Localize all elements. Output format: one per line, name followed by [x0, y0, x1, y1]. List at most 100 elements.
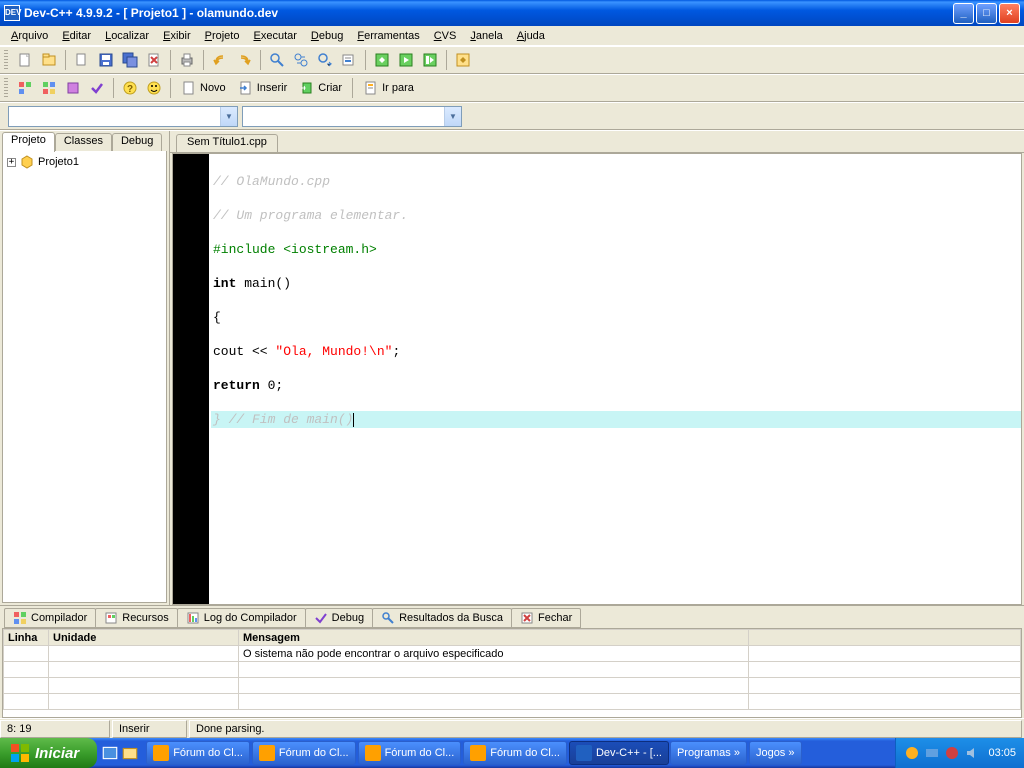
replace-button[interactable]	[290, 49, 312, 71]
class-browser-button[interactable]	[38, 77, 60, 99]
new-project-button[interactable]	[38, 49, 60, 71]
dropdown-icon[interactable]: ▼	[220, 107, 237, 126]
class-combo[interactable]: ▼	[8, 106, 238, 127]
goto-line-button[interactable]	[338, 49, 360, 71]
compiler-grid[interactable]: Linha Unidade Mensagem O sistema não pod…	[2, 628, 1022, 718]
new-source-button[interactable]	[14, 49, 36, 71]
expand-icon[interactable]: +	[7, 158, 16, 167]
tree-node-label: Projeto1	[38, 156, 79, 168]
tab-projeto[interactable]: Projeto	[2, 132, 55, 152]
open-button[interactable]	[71, 49, 93, 71]
find-next-button[interactable]	[314, 49, 336, 71]
close-file-button[interactable]	[143, 49, 165, 71]
new-file-button[interactable]: Novo	[176, 77, 231, 99]
minimize-button[interactable]: _	[953, 3, 974, 24]
tab-debug-bottom[interactable]: Debug	[305, 608, 373, 628]
print-button[interactable]	[176, 49, 198, 71]
method-combo[interactable]: ▼	[242, 106, 462, 127]
save-all-button[interactable]	[119, 49, 141, 71]
toolbar-grip[interactable]	[4, 50, 8, 70]
col-linha[interactable]: Linha	[4, 630, 49, 646]
create-button[interactable]: Criar	[294, 77, 347, 99]
code-text: cout <<	[213, 344, 275, 359]
tray-clock[interactable]: 03:05	[988, 747, 1016, 759]
status-pos: 8: 19	[0, 720, 110, 738]
taskbar-item[interactable]: Fórum do Cl...	[146, 741, 250, 765]
grid-row[interactable]: O sistema não pode encontrar o arquivo e…	[4, 646, 1021, 662]
start-button[interactable]: Iniciar	[0, 738, 97, 768]
bookmark-button[interactable]	[62, 77, 84, 99]
statusbar: 8: 19 Inserir Done parsing.	[0, 718, 1024, 738]
grid-row[interactable]	[4, 662, 1021, 678]
col-empty[interactable]	[749, 630, 1021, 646]
tab-resultados[interactable]: Resultados da Busca	[372, 608, 512, 628]
grid-row[interactable]	[4, 694, 1021, 710]
explorer-icon[interactable]	[121, 744, 139, 762]
toolbar-1	[0, 46, 1024, 74]
taskbar-group[interactable]: Jogos »	[749, 741, 802, 765]
taskbar-item[interactable]: Fórum do Cl...	[252, 741, 356, 765]
about-button[interactable]	[143, 77, 165, 99]
taskbar-item-active[interactable]: Dev-C++ - [...	[569, 741, 669, 765]
tray-icon[interactable]	[904, 745, 920, 761]
tab-classes[interactable]: Classes	[55, 133, 112, 151]
tab-debug[interactable]: Debug	[112, 133, 162, 151]
menu-localizar[interactable]: Localizar	[98, 28, 156, 44]
tab-recursos[interactable]: Recursos	[95, 608, 177, 628]
menu-editar[interactable]: Editar	[55, 28, 98, 44]
windows-logo-icon	[10, 743, 30, 763]
goto-button[interactable]: Ir para	[358, 77, 419, 99]
tree-root-node[interactable]: + Projeto1	[5, 153, 164, 171]
close-button[interactable]: ×	[999, 3, 1020, 24]
editor[interactable]: // OlaMundo.cpp // Um programa elementar…	[172, 153, 1022, 605]
file-tab[interactable]: Sem Título1.cpp	[176, 134, 278, 152]
help-button[interactable]: ?	[119, 77, 141, 99]
tab-fechar[interactable]: Fechar	[511, 608, 581, 628]
window-title: Dev-C++ 4.9.9.2 - [ Projeto1 ] - olamund…	[24, 6, 953, 20]
menu-cvs[interactable]: CVS	[427, 28, 464, 44]
code-area[interactable]: // OlaMundo.cpp // Um programa elementar…	[209, 154, 1021, 604]
rebuild-button[interactable]	[452, 49, 474, 71]
left-tabs: Projeto Classes Debug	[0, 131, 169, 151]
project-icon	[19, 154, 35, 170]
new-class-button[interactable]	[14, 77, 36, 99]
editor-gutter	[173, 154, 209, 604]
menu-executar[interactable]: Executar	[246, 28, 303, 44]
run-button[interactable]	[395, 49, 417, 71]
tray-icon[interactable]	[924, 745, 940, 761]
undo-button[interactable]	[209, 49, 231, 71]
save-button[interactable]	[95, 49, 117, 71]
toolbar-2: ? Novo Inserir Criar Ir para	[0, 74, 1024, 102]
menu-arquivo[interactable]: Arquivo	[4, 28, 55, 44]
col-unidade[interactable]: Unidade	[49, 630, 239, 646]
compile-button[interactable]	[371, 49, 393, 71]
dropdown-icon[interactable]: ▼	[444, 107, 461, 126]
project-tree[interactable]: + Projeto1	[2, 151, 167, 603]
find-button[interactable]	[266, 49, 288, 71]
tab-log[interactable]: Log do Compilador	[177, 608, 306, 628]
menu-ferramentas[interactable]: Ferramentas	[350, 28, 426, 44]
menu-debug[interactable]: Debug	[304, 28, 350, 44]
tab-compilador[interactable]: Compilador	[4, 608, 96, 628]
toolbar-grip[interactable]	[4, 78, 8, 98]
grid-row[interactable]	[4, 678, 1021, 694]
menu-projeto[interactable]: Projeto	[198, 28, 247, 44]
show-desktop-icon[interactable]	[101, 744, 119, 762]
volume-icon[interactable]	[964, 745, 980, 761]
taskbar-item[interactable]: Fórum do Cl...	[463, 741, 567, 765]
code-keyword: int	[213, 276, 236, 291]
taskbar-item[interactable]: Fórum do Cl...	[358, 741, 462, 765]
tray-icon[interactable]	[944, 745, 960, 761]
code-text: main()	[236, 276, 291, 291]
taskbar-group[interactable]: Programas »	[670, 741, 747, 765]
menu-exibir[interactable]: Exibir	[156, 28, 198, 44]
redo-button[interactable]	[233, 49, 255, 71]
menu-janela[interactable]: Janela	[463, 28, 509, 44]
compile-run-button[interactable]	[419, 49, 441, 71]
maximize-button[interactable]: □	[976, 3, 997, 24]
menu-ajuda[interactable]: Ajuda	[510, 28, 552, 44]
code-preproc: #include	[213, 242, 283, 257]
col-mensagem[interactable]: Mensagem	[239, 630, 749, 646]
debug-check-button[interactable]	[86, 77, 108, 99]
insert-button[interactable]: Inserir	[233, 77, 293, 99]
